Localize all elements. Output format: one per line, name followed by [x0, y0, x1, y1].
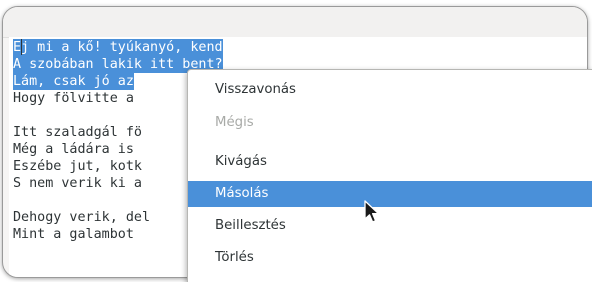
menu-item-copy[interactable]: Másolás: [188, 181, 592, 207]
menu-item-paste[interactable]: Beillesztés: [188, 213, 592, 239]
editor-line[interactable]: Hogy fölvitte a: [13, 90, 142, 107]
editor-line[interactable]: Ej mi a kő! tyúkanyó, kend: [13, 39, 223, 56]
context-menu: Visszavonás Mégis Kivágás Másolás Beille…: [187, 69, 592, 282]
menu-item-undo[interactable]: Visszavonás: [188, 77, 592, 103]
menu-separator: [188, 142, 592, 143]
screenshot-stage: Ej mi a kő! tyúkanyó, kend A szobában la…: [0, 0, 592, 282]
editor-line[interactable]: Lám, csak jó az: [13, 73, 134, 90]
window-header: [3, 7, 587, 38]
menu-item-delete[interactable]: Törlés: [188, 245, 592, 271]
mouse-pointer-icon: [364, 200, 380, 223]
editor-line[interactable]: Eszébe jut, kotk: [13, 158, 142, 175]
editor-line[interactable]: S nem verik ki a: [13, 175, 142, 192]
menu-item-redo: Mégis: [215, 115, 254, 130]
editor-line[interactable]: Még a ládára is: [13, 141, 142, 158]
text-caret: [21, 39, 22, 55]
editor-line[interactable]: Itt szaladgál fö: [13, 124, 142, 141]
menu-item-cut[interactable]: Kivágás: [188, 149, 592, 175]
editor-line[interactable]: Mint a galambot: [13, 226, 142, 243]
editor-line[interactable]: Dehogy verik, del: [13, 209, 150, 226]
